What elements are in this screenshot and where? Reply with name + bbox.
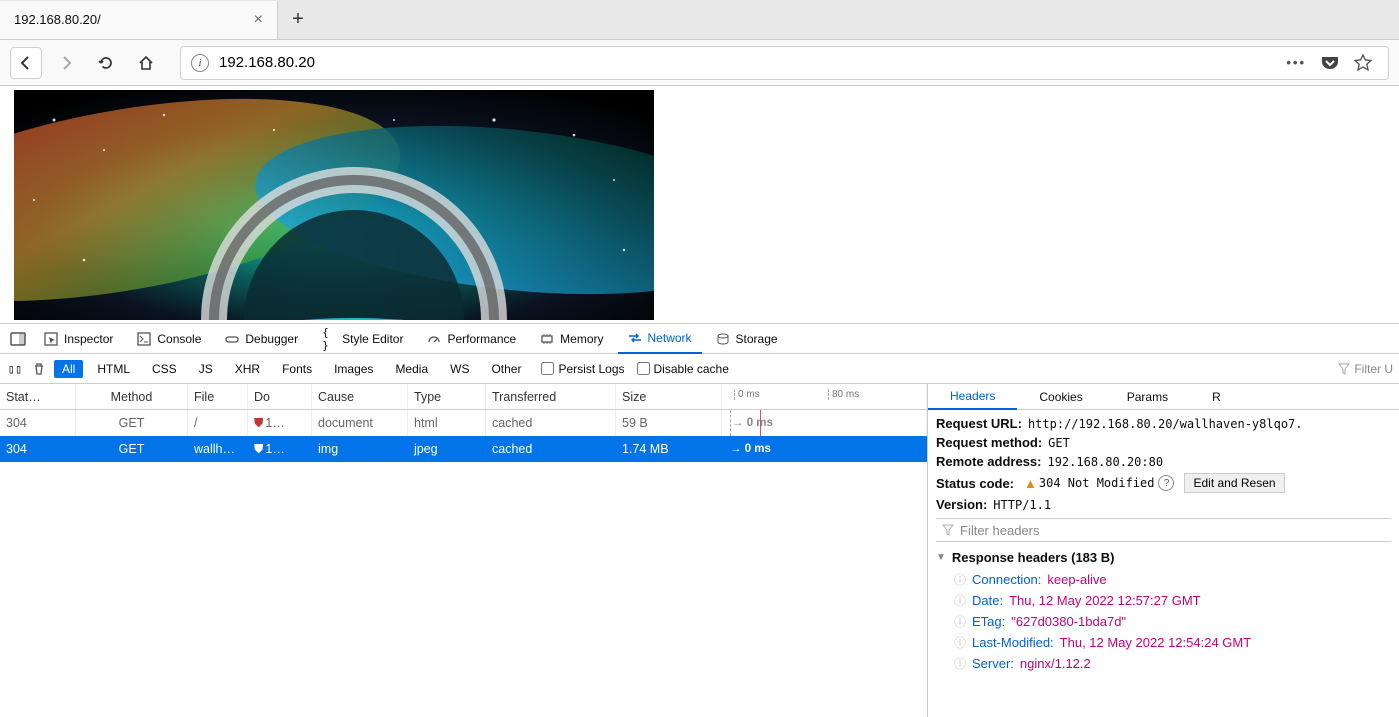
edit-resend-button[interactable]: Edit and Resen [1184, 473, 1284, 493]
request-url: Request URL: http://192.168.80.20/wallha… [936, 414, 1391, 433]
response-headers-list: ⓘConnection: keep-alive ⓘDate: Thu, 12 M… [936, 569, 1391, 674]
devtools-panel: Inspector Console Debugger { } Style Edi… [0, 323, 1399, 717]
bookmark-icon[interactable] [1354, 54, 1372, 72]
devtools-tabs: Inspector Console Debugger { } Style Edi… [0, 324, 1399, 354]
network-details-panel: Headers Cookies Params R Request URL: ht… [928, 384, 1399, 717]
tab-console[interactable]: Console [127, 324, 211, 354]
help-icon[interactable]: ⓘ [954, 655, 966, 672]
memory-icon [540, 332, 554, 346]
storage-icon [716, 332, 730, 346]
response-headers-section[interactable]: ▼ Response headers (183 B) [936, 546, 1391, 569]
tab-network[interactable]: Network [618, 324, 702, 354]
warning-triangle-icon: ▲ [1024, 476, 1037, 491]
help-icon[interactable]: ? [1158, 475, 1174, 491]
network-request-table: Stat… Method File Do Cause Type Transfer… [0, 384, 928, 717]
console-icon [137, 332, 151, 346]
col-cause[interactable]: Cause [312, 384, 408, 409]
disable-cache-checkbox[interactable]: Disable cache [637, 362, 729, 376]
filter-all[interactable]: All [54, 360, 83, 378]
header-row: ⓘConnection: keep-alive [936, 569, 1391, 590]
filter-fonts[interactable]: Fonts [274, 360, 320, 378]
devtools-dock-icon[interactable] [6, 327, 30, 351]
tab-title: 192.168.80.20/ [14, 12, 254, 27]
reload-button[interactable] [90, 47, 122, 79]
browser-tab[interactable]: 192.168.80.20/ × [0, 1, 278, 39]
header-row: ⓘETag: "627d0380-1bda7d" [936, 611, 1391, 632]
details-tab-cookies[interactable]: Cookies [1017, 384, 1104, 410]
new-tab-button[interactable]: + [278, 1, 318, 39]
insecure-icon: ⛊ [254, 416, 263, 431]
page-image [14, 90, 654, 320]
tab-memory[interactable]: Memory [530, 324, 613, 354]
trash-icon[interactable] [30, 362, 48, 376]
filter-css[interactable]: CSS [144, 360, 185, 378]
table-header-row: Stat… Method File Do Cause Type Transfer… [0, 384, 927, 410]
filter-html[interactable]: HTML [89, 360, 138, 378]
help-icon[interactable]: ⓘ [954, 613, 966, 630]
network-toolbar: ▯▯ All HTML CSS JS XHR Fonts Images Medi… [0, 354, 1399, 384]
funnel-icon [1338, 363, 1350, 375]
persist-logs-checkbox[interactable]: Persist Logs [541, 362, 624, 376]
home-button[interactable] [130, 47, 162, 79]
help-icon[interactable]: ⓘ [954, 571, 966, 588]
tab-inspector[interactable]: Inspector [34, 324, 123, 354]
browser-toolbar: i ••• [0, 40, 1399, 86]
col-file[interactable]: File [188, 384, 248, 409]
funnel-icon [942, 524, 954, 536]
forward-button[interactable] [50, 47, 82, 79]
performance-icon [427, 332, 441, 346]
tab-debugger[interactable]: Debugger [215, 324, 308, 354]
url-input[interactable] [219, 54, 1268, 71]
network-icon [628, 331, 642, 345]
filter-urls-input[interactable]: Filter U [1338, 362, 1393, 376]
page-content [0, 86, 1399, 323]
help-icon[interactable]: ⓘ [954, 634, 966, 651]
table-row[interactable]: 304 GET wallh… ⛊1… img jpeg cached 1.74 … [0, 436, 927, 462]
tab-storage[interactable]: Storage [706, 324, 788, 354]
filter-media[interactable]: Media [387, 360, 436, 378]
inspector-icon [44, 332, 58, 346]
filter-ws[interactable]: WS [442, 360, 477, 378]
details-tabs: Headers Cookies Params R [928, 384, 1399, 410]
col-status[interactable]: Stat… [0, 384, 76, 409]
request-method: Request method: GET [936, 433, 1391, 452]
col-size[interactable]: Size [616, 384, 722, 409]
more-icon[interactable]: ••• [1286, 55, 1306, 70]
header-row: ⓘLast-Modified: Thu, 12 May 2022 12:54:2… [936, 632, 1391, 653]
style-icon: { } [322, 332, 336, 346]
close-icon[interactable]: × [254, 11, 263, 29]
details-tab-params[interactable]: Params [1105, 384, 1190, 410]
details-tab-response[interactable]: R [1190, 384, 1243, 410]
col-transferred[interactable]: Transferred [486, 384, 616, 409]
filter-images[interactable]: Images [326, 360, 381, 378]
pocket-icon[interactable] [1320, 55, 1340, 71]
filter-headers-input[interactable]: Filter headers [936, 518, 1391, 542]
header-row: ⓘDate: Thu, 12 May 2022 12:57:27 GMT [936, 590, 1391, 611]
table-row[interactable]: 304 GET / ⛊1… document html cached 59 B … [0, 410, 927, 436]
filter-xhr[interactable]: XHR [227, 360, 268, 378]
insecure-icon: ⛊ [254, 442, 263, 457]
pause-icon[interactable]: ▯▯ [6, 362, 24, 376]
back-button[interactable] [10, 47, 42, 79]
tab-style-editor[interactable]: { } Style Editor [312, 324, 413, 354]
header-row: ⓘServer: nginx/1.12.2 [936, 653, 1391, 674]
col-type[interactable]: Type [408, 384, 486, 409]
debugger-icon [225, 332, 239, 346]
status-code: Status code: ▲ 304 Not Modified ? Edit a… [936, 471, 1391, 495]
browser-tabbar: 192.168.80.20/ × + [0, 0, 1399, 40]
filter-other[interactable]: Other [483, 360, 529, 378]
col-waterfall[interactable]: 0 ms 80 ms [722, 384, 927, 409]
filter-js[interactable]: JS [191, 360, 221, 378]
details-tab-headers[interactable]: Headers [928, 384, 1017, 410]
chevron-down-icon: ▼ [936, 552, 946, 563]
col-domain[interactable]: Do [248, 384, 312, 409]
http-version: Version: HTTP/1.1 [936, 495, 1391, 514]
url-box[interactable]: i ••• [180, 46, 1389, 80]
info-icon[interactable]: i [191, 54, 209, 72]
help-icon[interactable]: ⓘ [954, 592, 966, 609]
col-method[interactable]: Method [76, 384, 188, 409]
tab-performance[interactable]: Performance [417, 324, 526, 354]
remote-address: Remote address: 192.168.80.20:80 [936, 452, 1391, 471]
